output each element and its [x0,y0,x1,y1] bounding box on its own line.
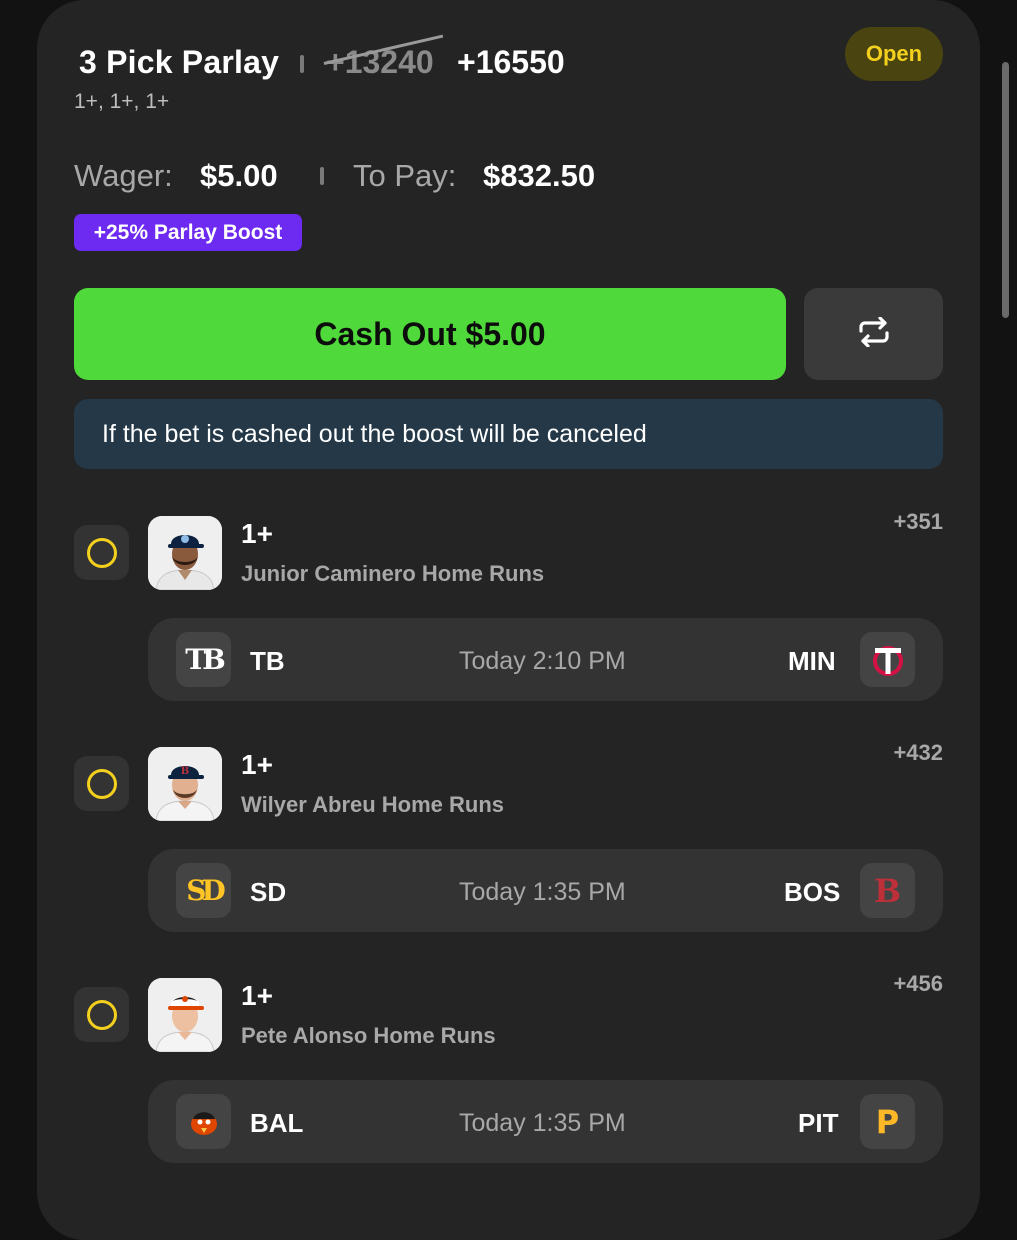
leg-market: Wilyer Abreu Home Runs [241,792,505,817]
divider [320,167,324,185]
leg-line: 1+ [241,749,273,780]
svg-text:B: B [181,766,189,777]
refresh-button[interactable] [804,288,943,380]
pending-circle-icon [86,537,117,568]
game-time: Today 1:35 PM [459,878,626,906]
pirates-logo-icon: P [860,1094,915,1149]
orioles-logo-icon [176,1094,231,1149]
wager-value: $5.00 [200,158,278,193]
leg-status-indicator [74,987,129,1042]
legs-summary: 1+, 1+, 1+ [74,90,170,113]
home-team: PIT [798,1108,839,1138]
red-sox-logo-icon: B [860,863,915,918]
cash-out-button[interactable]: Cash Out $5.00 [74,288,786,380]
divider [300,55,304,73]
refresh-icon [857,315,891,352]
leg-status-indicator [74,756,129,811]
away-team: BAL [250,1108,304,1138]
to-pay-value: $832.50 [483,158,596,193]
scrollbar[interactable] [1002,62,1009,318]
away-team: TB [250,646,285,676]
boosted-odds: +16550 [457,44,565,80]
rays-logo-icon: TB [176,632,231,687]
game-time: Today 2:10 PM [459,647,626,675]
home-team: MIN [788,646,836,676]
leg-market: Junior Caminero Home Runs [241,561,545,586]
game-time: Today 1:35 PM [459,1109,626,1137]
player-avatar [148,978,222,1052]
leg-odds: +351 [893,509,943,534]
pending-circle-icon [86,768,117,799]
pending-circle-icon [86,999,117,1030]
home-team: BOS [784,877,841,907]
original-odds: +13240 [323,34,444,81]
to-pay-label: To Pay: [353,158,457,193]
bet-title: 3 Pick Parlay [79,44,280,80]
leg-market: Pete Alonso Home Runs [241,1023,496,1048]
wager-label: Wager: [74,158,173,193]
status-badge: Open [845,27,943,81]
away-team: SD [250,877,287,907]
cashout-notice: If the bet is cashed out the boost will … [74,399,943,469]
padres-logo-icon: SD [176,863,231,918]
player-avatar: B [148,747,222,821]
leg-line: 1+ [241,980,273,1011]
leg-odds: +456 [893,971,943,996]
parlay-boost-badge: +25% Parlay Boost [74,214,302,251]
leg-line: 1+ [241,518,273,549]
player-avatar [148,516,222,590]
twins-logo-icon [860,632,915,687]
leg-status-indicator [74,525,129,580]
leg-odds: +432 [893,740,943,765]
